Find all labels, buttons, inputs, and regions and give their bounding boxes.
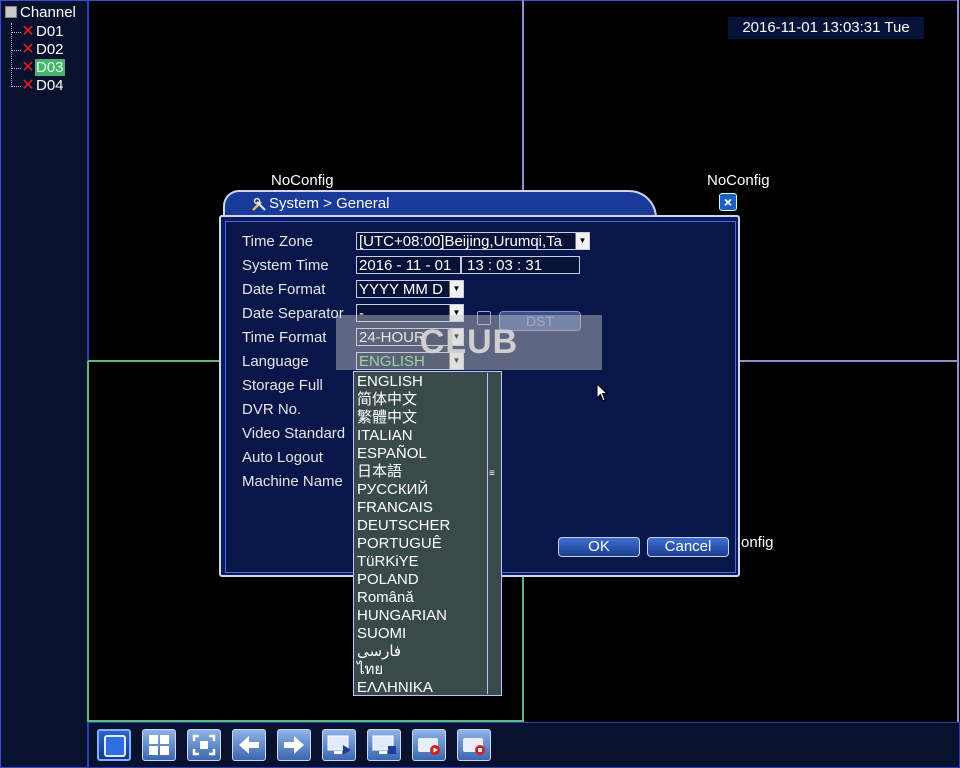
disconnected-x-icon: ✕ [21,41,35,58]
system-date-value: 2016 - 11 - 01 [359,257,452,274]
start-tour-button[interactable] [322,729,356,761]
machine-name-label: Machine Name [242,473,343,490]
language-options: ENGLISH 简体中文 繁體中文 ITALIAN ESPAÑOL 日本語 РУ… [357,373,487,697]
language-option[interactable]: 简体中文 [357,391,487,409]
chevron-down-icon[interactable]: ▼ [575,233,589,249]
time-zone-value: [UTC+08:00]Beijing,Urumqi,Ta [359,233,563,250]
auto-logout-label: Auto Logout [242,449,323,466]
language-option[interactable]: TüRKiYE [357,553,487,571]
channel-label: D03 [35,59,65,76]
language-option[interactable]: РУССКИЙ [357,481,487,499]
video-standard-label: Video Standard [242,425,346,442]
channel-label: D01 [36,23,64,40]
language-label: Language [242,353,309,370]
single-view-icon [104,735,126,757]
language-option[interactable]: Românǎ [357,589,487,607]
time-zone-select[interactable]: [UTC+08:00]Beijing,Urumqi,Ta ▼ [356,232,590,250]
close-button[interactable]: × [719,193,737,211]
language-option[interactable]: FRANCAIS [357,499,487,517]
start-tour-icon [327,735,351,755]
datetime-overlay: 2016-11-01 13:03:31 Tue [728,17,924,39]
channel2-noconfig-label: NoConfig [707,172,770,189]
language-option[interactable]: POLAND [357,571,487,589]
mouse-cursor-icon [596,383,608,402]
tree-collapse-icon[interactable] [5,6,17,18]
language-option[interactable]: SUOMI [357,625,487,643]
language-option[interactable]: ไทย [357,661,487,679]
channel-item-d02[interactable]: ✕D02 [11,41,65,59]
language-option[interactable]: ENGLISH [357,373,487,391]
record-stop-button[interactable] [457,729,491,761]
next-icon [284,736,304,754]
time-format-label: Time Format [242,329,327,346]
stop-tour-button[interactable] [367,729,401,761]
chevron-down-icon[interactable]: ▼ [449,281,463,297]
channel-root-label: Channel [20,4,76,21]
disconnected-x-icon: ✕ [21,23,35,40]
channel-tree-root[interactable]: Channel [5,5,76,21]
record-start-icon [418,738,440,755]
watermark: CLUB [336,315,602,370]
language-dropdown-list[interactable]: ENGLISH 简体中文 繁體中文 ITALIAN ESPAÑOL 日本語 РУ… [353,371,502,696]
disconnected-x-icon: ✕ [21,77,35,94]
grid-selected-left [87,361,89,722]
system-time-input[interactable]: 13 : 03 : 31 [461,256,580,274]
record-stop-icon [463,738,485,755]
record-start-button[interactable] [412,729,446,761]
stop-tour-icon [372,735,396,754]
channel-panel: Channel ✕D01 ✕D02 ✕D03 ✕D04 [0,0,89,768]
next-button[interactable] [277,729,311,761]
dialog-title-tab: System > General [223,190,657,218]
previous-icon [239,736,259,754]
language-option[interactable]: ESPAÑOL [357,445,487,463]
fullscreen-button[interactable] [187,729,221,761]
channel-item-d03[interactable]: ✕D03 [11,59,65,77]
language-option[interactable]: ΕΛΛΗΝΙΚΑ [357,679,487,697]
scroll-grip-icon[interactable]: ≡ [489,469,499,479]
bottom-toolbar [88,722,960,768]
single-view-button[interactable] [97,729,131,761]
date-format-select[interactable]: YYYY MM D ▼ [356,280,464,298]
language-option[interactable]: فارسی [357,643,487,661]
quad-view-button[interactable] [142,729,176,761]
storage-full-label: Storage Full [242,377,323,394]
channel-item-d04[interactable]: ✕D04 [11,77,65,95]
channel4-noconfig-label: onfig [741,534,774,551]
date-format-label: Date Format [242,281,326,298]
dropdown-scrollbar[interactable]: ≡ [487,373,500,694]
system-time-label: System Time [242,257,329,274]
quad-view-icon [149,735,169,755]
language-option[interactable]: HUNGARIAN [357,607,487,625]
language-option[interactable]: PORTUGUÊ [357,535,487,553]
date-format-value: YYYY MM D [359,281,443,298]
dvr-no-label: DVR No. [242,401,302,418]
channel-label: D04 [36,77,64,94]
language-option[interactable]: 繁體中文 [357,409,487,427]
language-option[interactable]: ITALIAN [357,427,487,445]
language-option[interactable]: 日本語 [357,463,487,481]
fullscreen-icon [192,734,216,756]
tools-icon [252,197,266,211]
date-separator-label: Date Separator [242,305,344,322]
channel-label: D02 [36,41,64,58]
dialog-title: System > General [269,195,390,212]
previous-button[interactable] [232,729,266,761]
language-option[interactable]: DEUTSCHER [357,517,487,535]
time-zone-label: Time Zone [242,233,314,250]
system-time-value: 13 : 03 : 31 [467,257,543,274]
channel-item-d01[interactable]: ✕D01 [11,23,65,41]
system-date-input[interactable]: 2016 - 11 - 01 [356,256,461,274]
cancel-button[interactable]: Cancel [647,537,729,557]
close-icon: × [723,194,733,210]
channel1-noconfig-label: NoConfig [271,172,334,189]
ok-button[interactable]: OK [558,537,640,557]
disconnected-x-icon: ✕ [21,59,35,76]
